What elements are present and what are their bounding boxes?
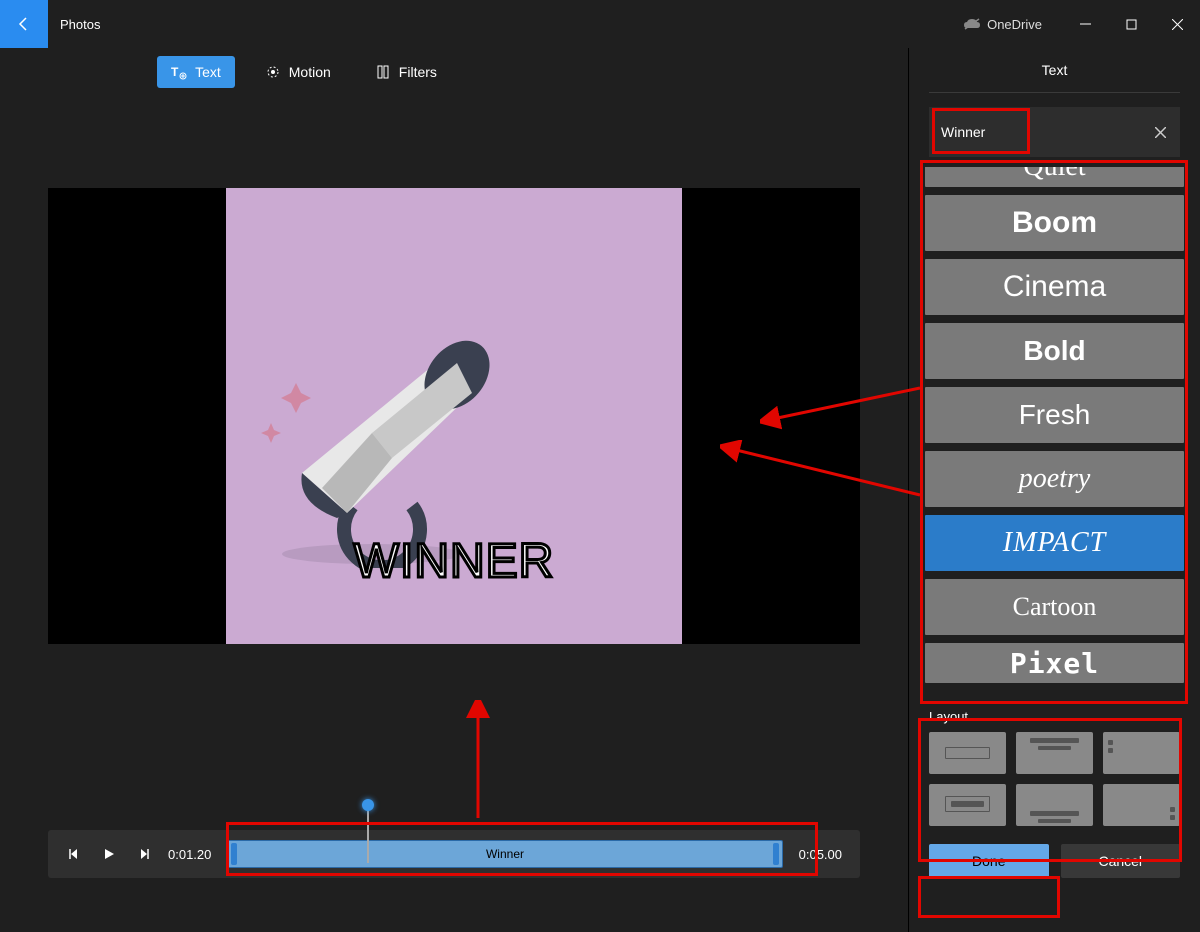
current-time: 0:01.20	[168, 847, 211, 862]
style-boom[interactable]: Boom	[925, 195, 1184, 251]
back-arrow-icon	[16, 16, 32, 32]
close-button[interactable]	[1154, 8, 1200, 40]
clip-start-handle[interactable]	[231, 843, 237, 865]
clip-end-handle[interactable]	[773, 843, 779, 865]
tab-text[interactable]: T Text	[157, 56, 235, 88]
motion-icon	[265, 64, 281, 80]
style-fresh[interactable]: Fresh	[925, 387, 1184, 443]
right-panel: Text Quiet Boom Cinema Bold Fresh poetry…	[908, 48, 1200, 932]
tab-text-label: Text	[195, 64, 221, 80]
done-button[interactable]: Done	[929, 844, 1049, 878]
timeline-track[interactable]: Winner	[227, 840, 782, 868]
style-cinema[interactable]: Cinema	[925, 259, 1184, 315]
titlebar: Photos OneDrive	[0, 0, 1200, 48]
cloud-off-icon	[963, 18, 981, 30]
style-quiet[interactable]: Quiet	[925, 167, 1184, 187]
minimize-icon	[1080, 19, 1091, 30]
timeline-bar: 0:01.20 Winner 0:05.00	[48, 830, 860, 878]
panel-header: Text	[929, 48, 1180, 93]
back-button[interactable]	[0, 0, 48, 48]
tab-filters[interactable]: Filters	[361, 56, 451, 88]
text-input-row	[929, 107, 1180, 157]
maximize-icon	[1126, 19, 1137, 30]
clear-text-button[interactable]	[1140, 127, 1180, 138]
layout-section: Layout	[929, 709, 1180, 826]
tab-motion-label: Motion	[289, 64, 331, 80]
app-title: Photos	[60, 17, 100, 32]
onedrive-label: OneDrive	[987, 17, 1042, 32]
play-button[interactable]	[92, 837, 126, 871]
main: T Text Motion Filters	[0, 48, 1200, 932]
layout-grid	[929, 732, 1180, 826]
svg-text:T: T	[171, 65, 179, 79]
minimize-button[interactable]	[1062, 8, 1108, 40]
style-impact[interactable]: IMPACT	[925, 515, 1184, 571]
tab-filters-label: Filters	[399, 64, 437, 80]
prev-frame-button[interactable]	[58, 837, 92, 871]
text-input[interactable]	[929, 114, 1140, 150]
styles-list: Quiet Boom Cinema Bold Fresh poetry IMPA…	[925, 167, 1184, 697]
cancel-button[interactable]: Cancel	[1061, 844, 1181, 878]
playhead[interactable]	[367, 803, 369, 863]
next-frame-button[interactable]	[126, 837, 160, 871]
play-icon	[102, 847, 116, 861]
preview-area: T Text Motion Filters	[0, 48, 908, 932]
next-frame-icon	[136, 847, 150, 861]
titlebar-right: OneDrive	[963, 0, 1200, 48]
layout-center-bottom[interactable]	[1016, 784, 1093, 826]
onedrive-status[interactable]: OneDrive	[963, 17, 1042, 32]
maximize-button[interactable]	[1108, 8, 1154, 40]
video-content: WINNER	[226, 188, 682, 644]
total-time: 0:05.00	[799, 847, 842, 862]
video-canvas: WINNER	[48, 188, 860, 644]
clip-label: Winner	[486, 847, 524, 861]
preview-overlay-text: WINNER	[354, 534, 555, 589]
style-pixel[interactable]: Pixel	[925, 643, 1184, 683]
style-cartoon[interactable]: Cartoon	[925, 579, 1184, 635]
layout-label: Layout	[929, 709, 1180, 724]
x-icon	[1155, 127, 1166, 138]
layout-center-top[interactable]	[1016, 732, 1093, 774]
layout-center-middle[interactable]	[929, 732, 1006, 774]
filters-icon	[375, 64, 391, 80]
prev-frame-icon	[68, 847, 82, 861]
style-bold[interactable]: Bold	[925, 323, 1184, 379]
tab-motion[interactable]: Motion	[251, 56, 345, 88]
text-icon: T	[171, 64, 187, 80]
layout-right-bottom[interactable]	[1103, 784, 1180, 826]
style-poetry[interactable]: poetry	[925, 451, 1184, 507]
top-tabs: T Text Motion Filters	[0, 48, 860, 96]
layout-center-box[interactable]	[929, 784, 1006, 826]
close-icon	[1172, 19, 1183, 30]
buttons-row: Done Cancel	[929, 844, 1180, 878]
layout-left-top[interactable]	[1103, 732, 1180, 774]
